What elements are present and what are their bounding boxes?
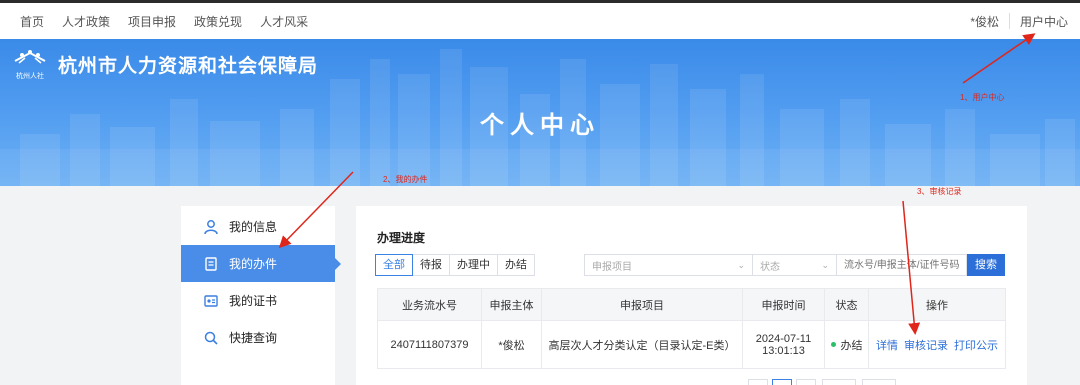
serial-number: 2407111807379 bbox=[377, 320, 482, 369]
search-input[interactable] bbox=[836, 254, 967, 276]
hz-hrss-emblem-icon bbox=[14, 50, 46, 64]
tab-all[interactable]: 全部 bbox=[375, 254, 413, 276]
col-actions: 操作 bbox=[868, 288, 1006, 321]
chevron-down-icon: ⌄ bbox=[737, 259, 745, 270]
status-cell: 办结 bbox=[824, 320, 869, 369]
user-icon bbox=[203, 219, 219, 235]
user-center-link[interactable]: 用户中心 bbox=[1010, 13, 1080, 30]
chevron-down-icon: ⌄ bbox=[821, 259, 829, 270]
sidebar-item-label: 我的证书 bbox=[229, 294, 278, 308]
nav-link-policy-redeem[interactable]: 政策兑现 bbox=[194, 13, 242, 30]
project-name: 高层次人才分类认定（目录认定-E类） bbox=[541, 320, 743, 369]
page-title: 个人中心 bbox=[480, 112, 600, 139]
applicant: *俊松 bbox=[481, 320, 542, 369]
actions-cell: 详情 审核记录 打印公示 bbox=[868, 320, 1006, 369]
col-time: 申报时间 bbox=[742, 288, 825, 321]
next-page-button[interactable] bbox=[796, 379, 816, 385]
col-project: 申报项目 bbox=[541, 288, 743, 321]
details-link[interactable]: 详情 bbox=[876, 340, 898, 352]
audit-record-link[interactable]: 审核记录 bbox=[904, 340, 948, 352]
nav-link-talent-policy[interactable]: 人才政策 bbox=[62, 13, 110, 30]
project-select[interactable]: 申报项目 ⌄ bbox=[584, 254, 753, 276]
username[interactable]: *俊松 bbox=[970, 13, 1009, 30]
annotation-step2: 2、我的办件 bbox=[383, 175, 428, 184]
main-nav-links: 首页 人才政策 项目申报 政策兑现 人才风采 bbox=[20, 13, 326, 30]
print-notice-link[interactable]: 打印公示 bbox=[954, 340, 998, 352]
section-title: 办理进度 bbox=[377, 231, 426, 245]
col-serial: 业务流水号 bbox=[377, 288, 482, 321]
sidebar-item-my-certificates[interactable]: 我的证书 bbox=[181, 282, 335, 319]
prev-page-button[interactable] bbox=[748, 379, 768, 385]
pagination bbox=[744, 379, 896, 385]
submit-time: 2024-07-11 13:01:13 bbox=[742, 320, 825, 369]
nav-link-home[interactable]: 首页 bbox=[20, 13, 44, 30]
status-dot bbox=[830, 342, 836, 347]
cases-table: 业务流水号 申报主体 申报项目 申报时间 状态 操作 2407111807379… bbox=[377, 288, 1006, 369]
project-select-placeholder: 申报项目 bbox=[592, 261, 632, 273]
status-select-placeholder: 状态 bbox=[760, 261, 780, 273]
sidebar-menu: 我的信息 我的办件 我的证书 快捷查询 bbox=[181, 206, 341, 385]
progress-panel: 办理进度 全部 待报 办理中 办结 申报项目 ⌄ 状态 ⌄ 搜索 业务流水号 申… bbox=[356, 206, 1027, 385]
table-row: 2407111807379 *俊松 高层次人才分类认定（目录认定-E类） 202… bbox=[377, 320, 1006, 369]
bureau-logo[interactable]: 杭州人社 杭州市人力资源和社会保障局 bbox=[12, 49, 318, 81]
col-applicant: 申报主体 bbox=[481, 288, 542, 321]
logo-text: 杭州人社 bbox=[16, 73, 44, 80]
annotation-step3: 3、审核记录 bbox=[917, 187, 962, 196]
document-icon bbox=[203, 256, 219, 272]
sidebar-item-label: 我的办件 bbox=[229, 257, 278, 271]
sidebar-item-quick-query[interactable]: 快捷查询 bbox=[181, 319, 335, 356]
certificate-icon bbox=[203, 293, 219, 309]
header-banner: 杭州人社 杭州市人力资源和社会保障局 个人中心 bbox=[0, 39, 1080, 186]
filter-bar: 申报项目 ⌄ 状态 ⌄ 搜索 bbox=[584, 254, 1005, 276]
page-jump-input[interactable] bbox=[862, 379, 896, 385]
org-name: 杭州市人力资源和社会保障局 bbox=[58, 56, 319, 77]
sidebar-item-my-cases[interactable]: 我的办件 bbox=[181, 245, 341, 282]
submit-date: 2024-07-11 bbox=[755, 332, 812, 345]
user-area: *俊松 用户中心 bbox=[970, 3, 1080, 39]
page-size-select[interactable] bbox=[822, 379, 856, 385]
tab-pending[interactable]: 待报 bbox=[412, 254, 450, 276]
tab-processing[interactable]: 办理中 bbox=[449, 254, 498, 276]
status-select[interactable]: 状态 ⌄ bbox=[752, 254, 837, 276]
nav-link-project-apply[interactable]: 项目申报 bbox=[128, 13, 176, 30]
sidebar-item-my-info[interactable]: 我的信息 bbox=[181, 208, 335, 245]
annotation-step1: 1、用户中心 bbox=[960, 93, 1005, 102]
table-header-row: 业务流水号 申报主体 申报项目 申报时间 状态 操作 bbox=[377, 288, 1006, 321]
sidebar-item-label: 快捷查询 bbox=[229, 331, 278, 345]
search-button[interactable]: 搜索 bbox=[967, 254, 1005, 276]
nav-link-talent-showcase[interactable]: 人才风采 bbox=[260, 13, 308, 30]
status-text: 办结 bbox=[840, 339, 863, 352]
top-nav: 首页 人才政策 项目申报 政策兑现 人才风采 *俊松 用户中心 bbox=[0, 0, 1080, 39]
col-status: 状态 bbox=[824, 288, 869, 321]
status-badge: 办结 bbox=[830, 337, 863, 353]
page-button-current[interactable] bbox=[772, 379, 792, 385]
tab-completed[interactable]: 办结 bbox=[497, 254, 535, 276]
sidebar-item-label: 我的信息 bbox=[229, 220, 278, 234]
status-tabs: 全部 待报 办理中 办结 bbox=[375, 254, 535, 276]
search-icon bbox=[203, 330, 219, 346]
submit-clock: 13:01:13 bbox=[762, 344, 805, 357]
